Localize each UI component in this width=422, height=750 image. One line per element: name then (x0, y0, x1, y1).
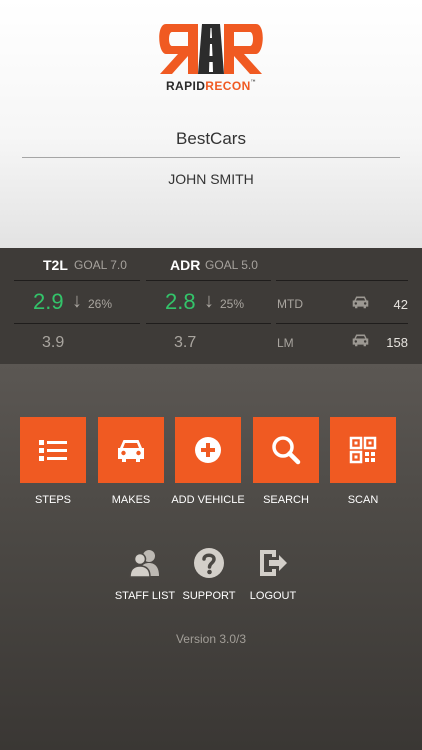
dealer-name: BestCars (176, 129, 246, 148)
car-icon (352, 296, 369, 309)
scan-label: SCAN (347, 494, 379, 506)
logout-icon[interactable] (256, 546, 290, 580)
logout-label[interactable]: LOGOUT (228, 590, 318, 602)
t2l-goal: GOAL 7.0 (74, 258, 127, 272)
adr-previous-value: 3.7 (174, 334, 197, 351)
mtd-label: MTD (277, 297, 303, 311)
search-button[interactable] (253, 417, 319, 483)
header: RAPIDRECON™ BestCars JOHN SMITH (0, 0, 422, 248)
app-version: Version 3.0/3 (175, 632, 247, 646)
add-vehicle-button[interactable] (175, 417, 241, 483)
qr-code-icon (349, 436, 377, 464)
adr-top-divider (146, 280, 271, 281)
main-actions: STEPS MAKES ADD VEHICLE SEARCH SCAN STAF… (0, 364, 422, 750)
adr-current-value: 2.8 (165, 289, 196, 314)
counts-top-divider (276, 280, 408, 281)
lm-count: 158 (386, 335, 408, 350)
adr-goal: GOAL 5.0 (205, 258, 258, 272)
t2l-change: 26% (88, 297, 113, 311)
steps-button[interactable] (20, 417, 86, 483)
logo-mark-icon (159, 24, 263, 74)
adr-label: ADR (170, 257, 201, 273)
stats-panel: T2L GOAL 7.0 2.9 ↓ 26% 3.9 ADR GOAL 5.0 … (0, 248, 422, 364)
plus-circle-icon (195, 437, 221, 463)
t2l-label: T2L (43, 257, 68, 273)
arrow-down-icon: ↓ (72, 290, 82, 312)
arrow-down-icon: ↓ (204, 290, 214, 312)
list-icon (39, 440, 67, 461)
mtd-count: 42 (393, 297, 408, 312)
t2l-top-divider (14, 280, 140, 281)
logo-wordmark: RAPIDRECON™ (165, 79, 257, 93)
scan-button[interactable] (330, 417, 396, 483)
lm-label: LM (277, 336, 294, 350)
rapid-recon-logo: RAPIDRECON™ (158, 18, 264, 98)
t2l-bottom-divider (14, 323, 140, 324)
t2l-current-value: 2.9 (33, 289, 64, 314)
user-name: JOHN SMITH (168, 171, 254, 187)
header-divider (22, 157, 400, 158)
adr-bottom-divider (146, 323, 271, 324)
counts-bottom-divider (276, 323, 408, 324)
help-icon[interactable] (192, 546, 226, 580)
car-icon (352, 334, 369, 347)
search-icon (272, 436, 301, 465)
makes-button[interactable] (98, 417, 164, 483)
users-icon[interactable] (128, 546, 162, 580)
car-icon (118, 440, 144, 462)
adr-change: 25% (220, 297, 245, 311)
t2l-previous-value: 3.9 (42, 334, 65, 351)
